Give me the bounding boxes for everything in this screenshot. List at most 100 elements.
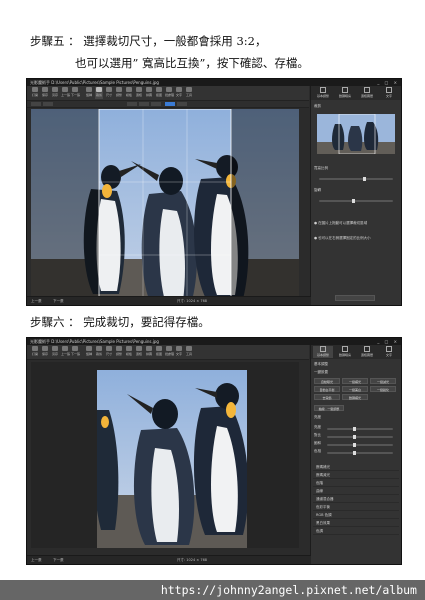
rotate-slider[interactable] [319, 199, 393, 203]
window-controls[interactable]: _ □ × [377, 338, 399, 345]
crop-option[interactable] [139, 102, 149, 106]
open-button[interactable]: 打開 [31, 346, 39, 358]
tab-darkroom[interactable]: 數碼暗房 [335, 346, 355, 358]
menu-item[interactable]: 數碼補光 [313, 463, 399, 471]
fill-light-button[interactable]: 一鍵補光 [342, 378, 368, 384]
crop-option[interactable] [127, 102, 137, 106]
tab-text[interactable]: 文字 [379, 87, 399, 99]
border-button[interactable]: 邊框 [135, 346, 143, 358]
status-next[interactable]: 下一張 [53, 556, 64, 564]
prev-button[interactable]: 上一張 [61, 346, 70, 358]
reduce-light-button[interactable]: 一鍵減光 [370, 378, 396, 384]
rotate-button[interactable]: 旋轉 [85, 346, 93, 358]
window-controls[interactable]: _ □ × [377, 79, 399, 86]
cutout-button[interactable]: 抠图 [155, 346, 163, 358]
cropped-penguins-photo [97, 370, 247, 548]
image-canvas[interactable] [31, 109, 299, 305]
crop-option[interactable] [43, 102, 53, 106]
text-button[interactable]: 文字 [175, 346, 183, 358]
border-layer-icon [364, 87, 370, 93]
rotate-icon [86, 346, 92, 351]
rotate-button[interactable]: 旋轉 [85, 87, 93, 99]
crop-button[interactable]: 裁剪 [95, 87, 103, 99]
tab-border[interactable]: 邊框圖層 [357, 346, 377, 358]
status-prev[interactable]: 上一張 [31, 297, 42, 305]
batch-button[interactable]: 批處理 [165, 346, 174, 358]
adjust-icon [116, 346, 122, 351]
size-button[interactable]: 尺寸 [105, 346, 113, 358]
status-next[interactable]: 下一張 [53, 297, 64, 305]
confirm-button[interactable] [335, 295, 375, 301]
app-title: 光影魔術手 D:\Users\Public\Pictures\Sample Pi… [30, 80, 159, 85]
crop-button[interactable]: 裁剪 [95, 346, 103, 358]
defog-button[interactable]: 去霧鏡 [314, 394, 340, 400]
arrow-left-icon [62, 87, 68, 92]
menu-item[interactable]: 黑白效果 [313, 519, 399, 527]
aspect-ratio-slider[interactable] [319, 177, 393, 181]
crop-note-1: ● 在圖片上拖動可以選擇裁切區域 [314, 221, 368, 225]
save-icon [42, 87, 48, 92]
template-button[interactable]: 模板 [125, 346, 133, 358]
crop-note-2: ● 也可以在右側選擇固定的比例大小 [314, 236, 371, 240]
app-screenshot-result: 光影魔術手 D:\Users\Public\Pictures\Sample Pi… [26, 337, 402, 565]
menu-item[interactable]: 色階 [313, 479, 399, 487]
tools-icon [186, 87, 192, 92]
save-button[interactable]: 保存 [41, 87, 49, 99]
template-button[interactable]: 模板 [125, 87, 133, 99]
tab-border[interactable]: 邊框圖層 [357, 87, 377, 99]
auto-white-balance-button[interactable]: 自動白平衡 [314, 386, 340, 392]
cutout-icon [156, 87, 162, 92]
menu-item[interactable]: 通道混合器 [313, 495, 399, 503]
darkroom-icon [342, 346, 348, 352]
tools-button[interactable]: 工具 [185, 346, 193, 358]
menu-item[interactable]: 色彩平衡 [313, 503, 399, 511]
save-as-button[interactable]: 另存 [51, 346, 59, 358]
menu-item[interactable]: RGB 色調 [313, 511, 399, 519]
cutout-button[interactable]: 抠图 [155, 87, 163, 99]
save-button[interactable]: 保存 [41, 346, 49, 358]
crop-cancel-button[interactable] [177, 102, 187, 106]
tab-basic[interactable]: 基本調整 [313, 346, 333, 358]
menu-item[interactable]: 曲線 [313, 487, 399, 495]
crop-ok-button[interactable] [165, 102, 175, 106]
prev-button[interactable]: 上一張 [61, 87, 70, 99]
save-as-icon [52, 346, 58, 351]
collage-button[interactable]: 拼圖 [145, 87, 153, 99]
save-as-button[interactable]: 另存 [51, 87, 59, 99]
contrast-slider[interactable] [327, 435, 393, 439]
tab-text[interactable]: 文字 [379, 346, 399, 358]
rotate-icon [86, 87, 92, 92]
next-button[interactable]: 下一張 [71, 346, 80, 358]
app-titlebar: 光影魔術手 D:\Users\Public\Pictures\Sample Pi… [27, 79, 401, 86]
whiten-button[interactable]: 一鍵美白 [342, 386, 368, 392]
brightness-slider[interactable] [327, 427, 393, 431]
saturation-slider[interactable] [327, 443, 393, 447]
panel-tabs: 基本調整 數碼暗房 邊框圖層 文字 [311, 86, 401, 100]
digital-fill-button[interactable]: 數碼補光 [342, 394, 368, 400]
collage-button[interactable]: 拼圖 [145, 346, 153, 358]
adjust-button[interactable]: 調整 [115, 87, 123, 99]
hue-slider[interactable] [327, 451, 393, 455]
menu-item[interactable]: 數碼減光 [313, 471, 399, 479]
one-click-adjust-button[interactable]: 抽線 · 一鍵調整 [314, 405, 344, 411]
next-button[interactable]: 下一張 [71, 87, 80, 99]
text-button[interactable]: 文字 [175, 87, 183, 99]
album-url-footer[interactable]: https://johnny2angel.pixnet.net/album [0, 580, 425, 600]
size-button[interactable]: 尺寸 [105, 87, 113, 99]
menu-item[interactable]: 色調 [313, 527, 399, 535]
border-button[interactable]: 邊框 [135, 87, 143, 99]
open-button[interactable]: 打開 [31, 87, 39, 99]
crop-option[interactable] [151, 102, 161, 106]
adjust-button[interactable]: 調整 [115, 346, 123, 358]
tab-basic[interactable]: 基本調整 [313, 87, 333, 99]
batch-button[interactable]: 批處理 [165, 87, 174, 99]
tools-button[interactable]: 工具 [185, 87, 193, 99]
tab-darkroom[interactable]: 數碼暗房 [335, 87, 355, 99]
auto-exposure-button[interactable]: 自動曝光 [314, 378, 340, 384]
status-prev[interactable]: 上一張 [31, 556, 42, 564]
sharpen-button[interactable]: 一鍵鋭化 [370, 386, 396, 392]
crop-option[interactable] [31, 102, 41, 106]
step5-instruction-line2: 也可以選用” 寬高比互換”，按下確認、存檔。 [75, 56, 309, 70]
section-one-click: 一鍵設置 [314, 370, 328, 374]
image-canvas[interactable] [31, 362, 299, 548]
